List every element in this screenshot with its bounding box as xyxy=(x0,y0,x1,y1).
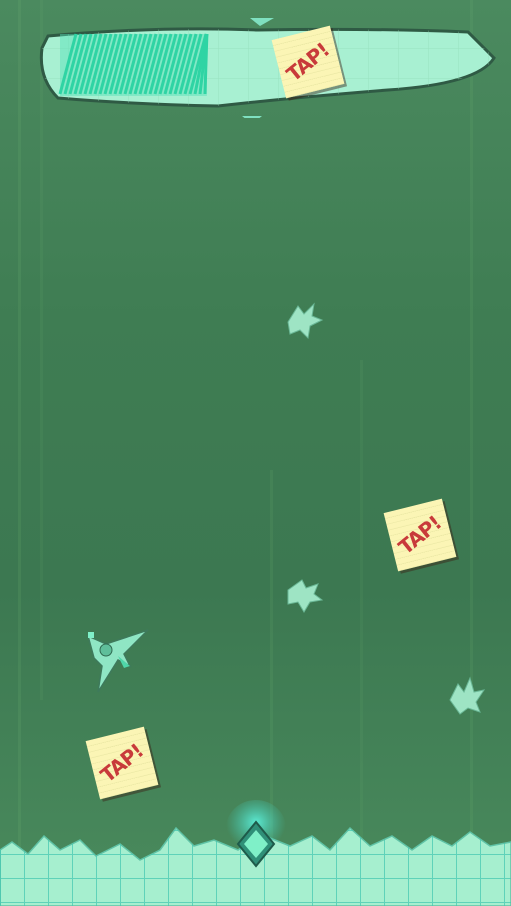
progress-scribble-stroke xyxy=(203,33,209,95)
diamond-gem-icon[interactable] xyxy=(222,796,290,876)
tap-note-label: TAP! xyxy=(282,37,334,87)
ship-icon[interactable] xyxy=(84,626,154,696)
progress-banner-graphic xyxy=(39,14,496,124)
tap-note-label: TAP! xyxy=(96,738,148,788)
game-scene[interactable]: TAP! TAP! TAP! xyxy=(0,0,511,906)
tap-note-label: TAP! xyxy=(394,510,446,560)
light-ray xyxy=(18,0,21,906)
tap-hint-note[interactable]: TAP! xyxy=(85,726,159,800)
tap-hint-note[interactable]: TAP! xyxy=(383,498,457,572)
crystal-fragment-icon xyxy=(449,676,486,715)
crystal-fragment-icon xyxy=(287,579,324,613)
level-progress-bar xyxy=(38,14,496,124)
crystal-fragment-icon xyxy=(287,302,324,340)
light-ray xyxy=(470,0,473,906)
progress-fill xyxy=(58,33,209,96)
